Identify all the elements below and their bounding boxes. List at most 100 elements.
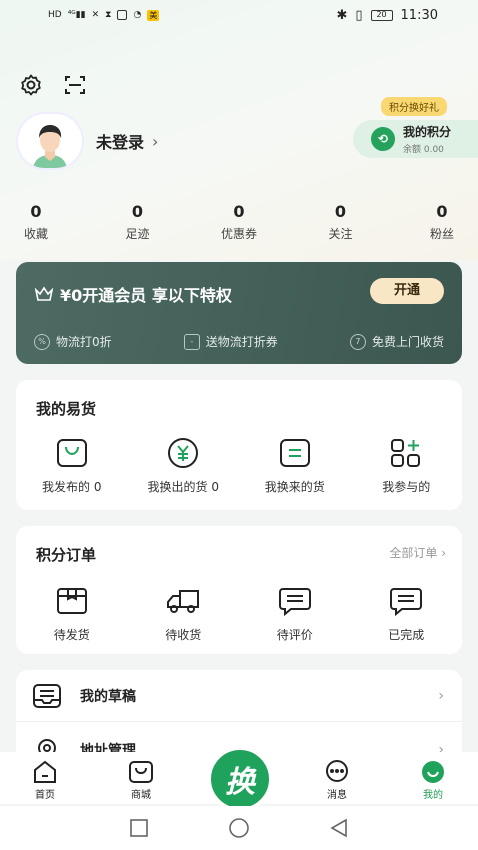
home-icon <box>31 760 59 784</box>
perk-label: 免费上门收货 <box>371 335 444 349</box>
chevron-right-icon: › <box>152 131 159 151</box>
all-orders-link[interactable]: 全部订单 › <box>389 544 446 561</box>
my-goods-grid: 我发布的 0 我换出的货 0 我换来的货 我参与的 <box>16 436 462 495</box>
vip-card[interactable]: ¥0开通会员 享以下特权 开通 % 物流打0折 - 送物流打折券 7 免费上门收… <box>16 262 462 364</box>
wifi-off-icon: ✕ <box>91 10 100 20</box>
truck-icon <box>165 584 201 618</box>
stat-fans[interactable]: 0 粉丝 <box>422 202 462 242</box>
tab-label: 首页 <box>35 790 55 801</box>
tab-messages[interactable]: 消息 <box>306 752 368 804</box>
goods-exchanged-in[interactable]: 我换来的货 <box>239 436 351 495</box>
goods-exchanged-out[interactable]: 我换出的货 0 <box>128 436 240 495</box>
order-label: 待发货 <box>53 628 90 642</box>
stat-value: 0 <box>334 202 347 221</box>
chevron-right-icon: › <box>438 687 444 704</box>
yen-icon <box>165 436 201 470</box>
bluetooth-icon: ✱ <box>336 7 348 23</box>
message-icon <box>323 760 351 784</box>
notification-badge: 美 <box>147 9 160 21</box>
order-label: 待收货 <box>165 628 202 642</box>
login-text[interactable]: 未登录 <box>96 129 144 153</box>
stat-coupons[interactable]: 0 优惠券 <box>219 202 259 242</box>
gear-icon[interactable] <box>18 72 44 98</box>
mine-icon <box>419 760 447 784</box>
stat-favorites[interactable]: 0 收藏 <box>16 202 56 242</box>
stat-label: 足迹 <box>125 227 150 241</box>
avatar[interactable] <box>18 114 82 168</box>
points-orders-card: 积分订单 全部订单 › 待发货 待收货 待评价 已完成 <box>16 526 462 654</box>
stat-following[interactable]: 0 关注 <box>321 202 361 242</box>
status-right: ✱ ▯ 20 11:30 <box>336 8 438 23</box>
goods-label: 我参与的 <box>382 480 431 494</box>
bag-icon <box>54 436 90 470</box>
stat-label: 收藏 <box>23 227 48 241</box>
order-to-review[interactable]: 待评价 <box>239 584 351 643</box>
stat-value: 0 <box>131 202 144 221</box>
stat-footprints[interactable]: 0 足迹 <box>118 202 158 242</box>
status-left: HD ⁴ᴳ▮▮ ✕ ⧗ ◔ 美 <box>48 9 160 21</box>
points-balance: 余额 0.00 <box>403 145 444 155</box>
goods-label: 我换来的货 <box>264 480 325 494</box>
goods-participated[interactable]: 我参与的 <box>351 436 463 495</box>
comment-icon <box>277 584 313 618</box>
percent-icon: % <box>34 333 50 350</box>
points-icon: ⟲ <box>371 127 395 151</box>
vip-perks: % 物流打0折 - 送物流打折券 7 免费上门收货 <box>34 333 444 350</box>
back-icon[interactable] <box>328 817 350 839</box>
box-icon <box>54 584 90 618</box>
signal-icon: ⁴ᴳ▮▮ <box>67 10 86 20</box>
drafts-row[interactable]: 我的草稿 › <box>16 670 462 722</box>
stat-value: 0 <box>30 202 42 221</box>
done-icon <box>388 584 424 618</box>
stats-row: 0 收藏 0 足迹 0 优惠券 0 关注 0 粉丝 <box>0 202 478 242</box>
status-bar: HD ⁴ᴳ▮▮ ✕ ⧗ ◔ 美 ✱ ▯ 20 11:30 <box>0 0 478 30</box>
stat-label: 关注 <box>328 227 353 241</box>
exchange-button[interactable]: 换 <box>207 746 273 812</box>
vip-title-text: ¥0开通会员 享以下特权 <box>60 286 232 305</box>
recent-apps-icon[interactable] <box>128 817 150 839</box>
perk-label: 送物流打折券 <box>205 335 278 349</box>
seven-icon: 7 <box>349 333 366 350</box>
perk-label: 物流打0折 <box>56 335 112 349</box>
tab-label: 我的 <box>423 790 443 801</box>
tab-mall[interactable]: 商城 <box>110 752 172 804</box>
order-to-receive[interactable]: 待收货 <box>128 584 240 643</box>
stat-value: 0 <box>436 202 448 221</box>
battery-icon: 20 <box>370 9 393 21</box>
tab-label: 商城 <box>131 790 151 801</box>
goods-label: 我发布的 0 <box>42 480 102 494</box>
hd-icon: HD <box>48 10 62 20</box>
vip-title: ¥0开通会员 享以下特权 <box>34 282 232 306</box>
my-points-button[interactable]: ⟲ 我的积分 余额 0.00 <box>353 120 478 158</box>
home-nav-icon[interactable] <box>228 817 250 839</box>
points-orders-grid: 待发货 待收货 待评价 已完成 <box>16 584 462 643</box>
ticket-icon: - <box>183 333 200 350</box>
order-completed[interactable]: 已完成 <box>351 584 463 643</box>
goods-published[interactable]: 我发布的 0 <box>16 436 128 495</box>
drafts-icon <box>33 683 61 708</box>
order-to-ship[interactable]: 待发货 <box>16 584 128 643</box>
scan-icon[interactable] <box>62 72 88 98</box>
stat-value: 0 <box>233 202 245 221</box>
mall-icon <box>127 760 155 784</box>
grid-plus-icon <box>388 436 424 470</box>
points-title: 我的积分 <box>403 125 452 139</box>
equal-icon <box>277 436 313 470</box>
crown-icon <box>34 286 54 301</box>
my-goods-card: 我的易货 我发布的 0 我换出的货 0 我换来的货 我参与的 <box>16 380 462 510</box>
header-actions <box>18 72 88 98</box>
perk-coupon: - 送物流打折券 <box>183 333 278 350</box>
tab-home[interactable]: 首页 <box>14 752 76 804</box>
battery-saver-icon <box>117 10 128 20</box>
profile[interactable]: 未登录 › <box>18 114 158 168</box>
stat-label: 优惠券 <box>220 227 257 241</box>
goods-label: 我换出的货 0 <box>147 480 219 494</box>
vip-open-button[interactable]: 开通 <box>370 278 444 304</box>
tab-label: 消息 <box>327 790 347 801</box>
hourglass-icon: ⧗ <box>105 10 112 20</box>
tab-mine[interactable]: 我的 <box>402 752 464 804</box>
my-goods-title: 我的易货 <box>36 400 97 418</box>
app-icon: ◔ <box>133 10 142 20</box>
system-nav-bar <box>0 806 478 850</box>
points-promo-tag[interactable]: 积分换好礼 <box>381 97 447 116</box>
